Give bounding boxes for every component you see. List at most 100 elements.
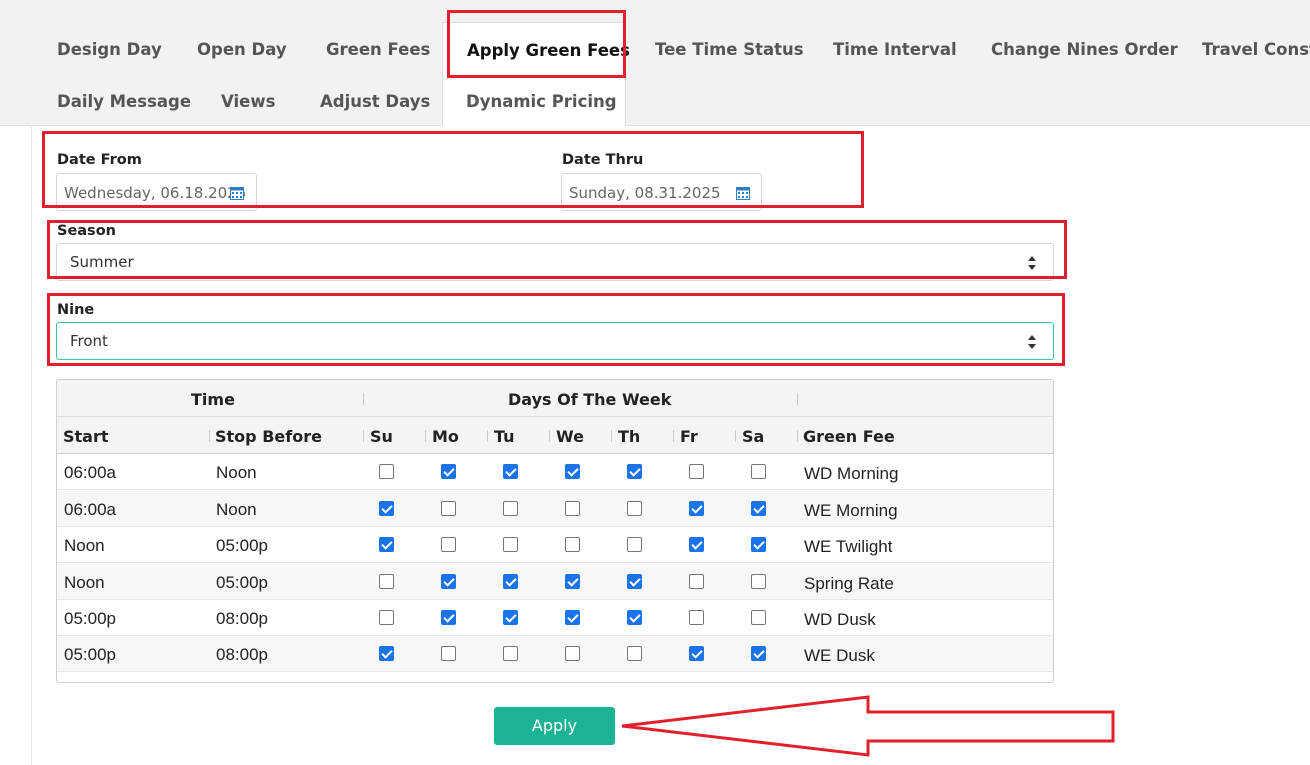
day-checkbox[interactable] xyxy=(441,574,456,589)
day-checkbox[interactable] xyxy=(379,646,394,661)
day-checkbox[interactable] xyxy=(565,537,580,552)
day-checkbox[interactable] xyxy=(565,501,580,516)
tab-travel-constraints[interactable]: Travel Constra xyxy=(1202,40,1310,59)
stop-before-cell: 05:00p xyxy=(216,536,268,555)
green-fee-cell: WD Dusk xyxy=(804,610,876,629)
day-checkbox[interactable] xyxy=(565,574,580,589)
tab-tee-time-status[interactable]: Tee Time Status xyxy=(655,40,804,59)
day-checkbox[interactable] xyxy=(379,610,394,625)
day-checkbox[interactable] xyxy=(751,646,766,661)
annotation-box-nine xyxy=(47,293,1065,366)
start-time-cell: 05:00p xyxy=(64,609,116,628)
page: Design Day Open Day Green Fees Apply Gre… xyxy=(0,0,1310,765)
day-checkbox[interactable] xyxy=(503,501,518,516)
day-checkbox[interactable] xyxy=(379,501,394,516)
col-start: Start xyxy=(63,427,109,446)
table-row: 06:00a Noon WD Morning xyxy=(57,454,1053,490)
col-su: Su xyxy=(370,427,393,446)
day-checkbox[interactable] xyxy=(565,464,580,479)
day-checkbox[interactable] xyxy=(751,464,766,479)
day-checkbox[interactable] xyxy=(627,646,642,661)
day-checkbox[interactable] xyxy=(503,610,518,625)
tab-label: Change Nines Order xyxy=(991,40,1178,59)
day-checkbox[interactable] xyxy=(751,610,766,625)
tab-green-fees[interactable]: Green Fees xyxy=(326,40,430,59)
green-fee-cell: Spring Rate xyxy=(804,574,894,593)
day-checkbox[interactable] xyxy=(441,464,456,479)
green-fee-cell: WE Morning xyxy=(804,501,898,520)
day-checkbox[interactable] xyxy=(379,464,394,479)
tab-daily-message[interactable]: Daily Message xyxy=(57,92,191,111)
day-checkbox[interactable] xyxy=(379,537,394,552)
tab-bar: Design Day Open Day Green Fees Apply Gre… xyxy=(0,0,1310,126)
stop-before-cell: Noon xyxy=(216,500,257,519)
day-checkbox[interactable] xyxy=(503,464,518,479)
table-row: 05:00p 08:00p WD Dusk xyxy=(57,600,1053,636)
table-row: 06:00a Noon WE Morning xyxy=(57,491,1053,527)
stop-before-cell: 08:00p xyxy=(216,609,268,628)
stop-before-cell: Noon xyxy=(216,463,257,482)
day-checkbox[interactable] xyxy=(503,646,518,661)
day-checkbox[interactable] xyxy=(503,537,518,552)
tab-adjust-days[interactable]: Adjust Days xyxy=(320,92,430,111)
day-checkbox[interactable] xyxy=(379,574,394,589)
day-checkbox[interactable] xyxy=(689,574,704,589)
start-time-cell: Noon xyxy=(64,536,105,555)
day-checkbox[interactable] xyxy=(441,646,456,661)
tab-label: Green Fees xyxy=(326,40,431,59)
day-checkbox[interactable] xyxy=(441,501,456,516)
start-time-cell: 05:00p xyxy=(64,645,116,664)
day-checkbox[interactable] xyxy=(627,610,642,625)
day-checkbox[interactable] xyxy=(441,610,456,625)
apply-button[interactable]: Apply xyxy=(494,707,615,745)
start-time-cell: 06:00a xyxy=(64,500,116,519)
day-checkbox[interactable] xyxy=(689,501,704,516)
col-stop-before: Stop Before xyxy=(215,427,322,446)
day-checkbox[interactable] xyxy=(503,574,518,589)
tab-open-day[interactable]: Open Day xyxy=(197,40,287,59)
day-checkbox[interactable] xyxy=(751,537,766,552)
col-fr: Fr xyxy=(680,427,698,446)
tab-label: Design Day xyxy=(57,40,162,59)
col-sa: Sa xyxy=(742,427,765,446)
start-time-cell: 06:00a xyxy=(64,463,116,482)
tab-design-day[interactable]: Design Day xyxy=(57,40,162,59)
day-checkbox[interactable] xyxy=(565,646,580,661)
annotation-box-tab xyxy=(447,10,626,78)
tab-label: Dynamic Pricing xyxy=(466,92,617,111)
tab-label: Daily Message xyxy=(57,92,192,111)
column-separator xyxy=(797,393,798,405)
tab-dynamic-pricing[interactable]: Dynamic Pricing xyxy=(466,92,617,111)
table-group-header: Time Days Of The Week xyxy=(57,380,1053,417)
tab-label: Open Day xyxy=(197,40,287,59)
content-divider xyxy=(31,126,32,765)
column-separator xyxy=(425,430,426,442)
day-checkbox[interactable] xyxy=(751,574,766,589)
tab-change-nines-order[interactable]: Change Nines Order xyxy=(991,40,1178,59)
day-checkbox[interactable] xyxy=(689,464,704,479)
tab-label: Adjust Days xyxy=(320,92,431,111)
day-checkbox[interactable] xyxy=(689,537,704,552)
green-fee-cell: WD Morning xyxy=(804,464,899,483)
col-tu: Tu xyxy=(494,427,515,446)
start-time-cell: Noon xyxy=(64,573,105,592)
stop-before-cell: 05:00p xyxy=(216,573,268,592)
green-fee-cell: WE Twilight xyxy=(804,537,893,556)
day-checkbox[interactable] xyxy=(689,610,704,625)
day-checkbox[interactable] xyxy=(627,574,642,589)
day-checkbox[interactable] xyxy=(627,464,642,479)
tab-time-interval[interactable]: Time Interval xyxy=(833,40,957,59)
column-separator xyxy=(363,393,364,405)
day-checkbox[interactable] xyxy=(751,501,766,516)
day-checkbox[interactable] xyxy=(441,537,456,552)
tab-views[interactable]: Views xyxy=(221,92,275,111)
column-separator xyxy=(549,430,550,442)
col-green-fee: Green Fee xyxy=(803,427,895,446)
day-checkbox[interactable] xyxy=(689,646,704,661)
day-checkbox[interactable] xyxy=(627,501,642,516)
table-row: Noon 05:00p Spring Rate xyxy=(57,564,1053,600)
days-group-header: Days Of The Week xyxy=(508,390,672,409)
day-checkbox[interactable] xyxy=(627,537,642,552)
day-checkbox[interactable] xyxy=(565,610,580,625)
column-separator xyxy=(673,430,674,442)
